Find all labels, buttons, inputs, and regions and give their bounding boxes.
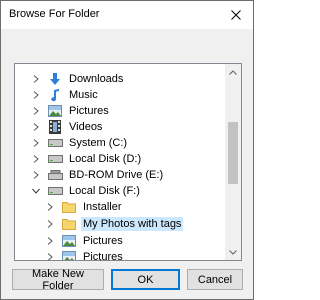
tree-item-label: Videos: [69, 121, 103, 133]
tree-item-label: Pictures: [83, 251, 123, 261]
tree-item-installer[interactable]: Installer: [45, 198, 124, 216]
ok-button[interactable]: OK: [111, 269, 180, 290]
drive-icon: [47, 151, 63, 167]
tree-item-label: Music: [69, 89, 98, 101]
downloads-icon: [47, 71, 63, 87]
pictures-icon: [47, 103, 63, 119]
title-bar: Browse For Folder: [1, 1, 253, 29]
chevron-right-icon[interactable]: [31, 74, 41, 84]
tree-item-label: Local Disk (F:): [69, 185, 140, 197]
scroll-up-arrow[interactable]: [225, 64, 241, 80]
vertical-scrollbar[interactable]: [225, 64, 241, 260]
music-icon: [47, 87, 63, 103]
browse-for-folder-dialog: Browse For Folder Downloads Music Pictur…: [0, 0, 254, 300]
cancel-button[interactable]: Cancel: [187, 269, 243, 290]
chevron-right-icon[interactable]: [31, 154, 41, 164]
pictures-icon: [61, 233, 77, 249]
chevron-right-icon[interactable]: [45, 252, 55, 260]
videos-icon: [47, 119, 63, 135]
chevron-down-icon[interactable]: [31, 186, 41, 196]
tree-item-label: BD-ROM Drive (E:): [69, 169, 164, 181]
drive-icon: [47, 183, 63, 199]
optical-drive-icon: [47, 167, 63, 183]
chevron-down-icon: [229, 249, 237, 255]
close-icon: [231, 10, 241, 20]
pictures-icon: [61, 249, 77, 260]
folder-icon: [61, 199, 77, 215]
chevron-right-icon[interactable]: [31, 170, 41, 180]
tree-item-label: Downloads: [69, 73, 124, 85]
folder-tree[interactable]: Downloads Music Pictures Videos System (…: [14, 63, 242, 261]
chevron-right-icon[interactable]: [45, 236, 55, 246]
folder-icon: [61, 216, 77, 232]
scroll-thumb[interactable]: [228, 122, 238, 184]
window-title: Browse For Folder: [9, 8, 100, 20]
tree-item-label: Pictures: [83, 235, 123, 247]
tree-item-my-photos-with-tags[interactable]: My Photos with tags: [45, 215, 184, 233]
chevron-right-icon[interactable]: [31, 106, 41, 116]
tree-item-label: Installer: [83, 201, 122, 213]
drive-icon: [47, 135, 63, 151]
tree-item-label: Pictures: [69, 105, 109, 117]
chevron-right-icon[interactable]: [31, 90, 41, 100]
close-button[interactable]: [219, 1, 253, 29]
tree-item-label: System (C:): [69, 137, 128, 149]
chevron-right-icon[interactable]: [31, 122, 41, 132]
chevron-right-icon[interactable]: [45, 202, 55, 212]
chevron-right-icon[interactable]: [45, 219, 55, 229]
tree-item-label: My Photos with tags: [81, 217, 184, 231]
chevron-up-icon: [229, 69, 237, 75]
chevron-right-icon[interactable]: [31, 138, 41, 148]
make-new-folder-button[interactable]: Make New Folder: [12, 268, 104, 292]
scroll-down-arrow[interactable]: [225, 244, 241, 260]
tree-item-label: Local Disk (D:): [69, 153, 142, 165]
tree-item-pictures-f-2[interactable]: Pictures: [45, 248, 125, 261]
